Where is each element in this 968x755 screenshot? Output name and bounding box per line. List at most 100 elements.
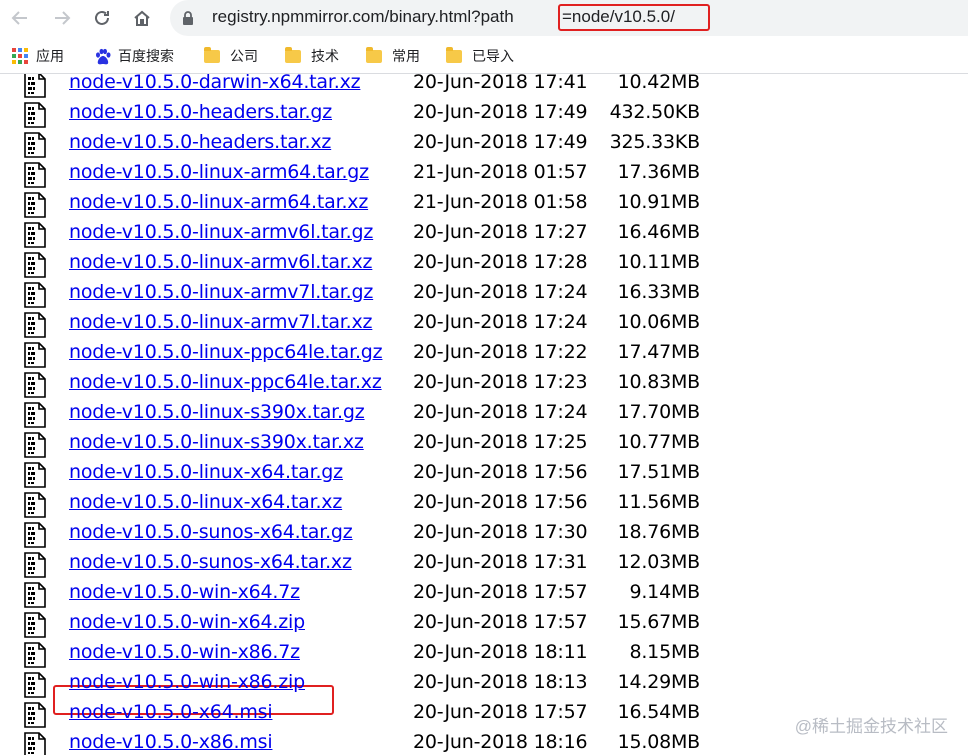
file-size: 15.08MB (617, 731, 701, 753)
bookmark-folder-common[interactable]: 常用 (366, 46, 420, 66)
file-link[interactable]: node-v10.5.0-linux-s390x.tar.gz (69, 401, 365, 423)
binary-file-icon (24, 74, 46, 98)
file-link[interactable]: node-v10.5.0-linux-arm64.tar.gz (69, 161, 369, 183)
file-row: node-v10.5.0-linux-armv6l.tar.gz 20-Jun-2… (0, 220, 968, 250)
file-row: node-v10.5.0-win-x86.zip 20-Jun-2018 18:1… (0, 670, 968, 700)
file-row: node-v10.5.0-win-x64.zip 20-Jun-2018 17:5… (0, 610, 968, 640)
baidu-paw-icon (94, 48, 111, 65)
binary-file-icon (24, 702, 46, 728)
binary-file-icon (24, 552, 46, 578)
binary-file-icon (24, 732, 46, 755)
file-date: 20-Jun-2018 18:16 (413, 731, 588, 753)
binary-file-icon (24, 312, 46, 338)
binary-file-icon (24, 402, 46, 428)
bookmark-apps[interactable]: 应用 (12, 46, 64, 66)
file-date: 20-Jun-2018 17:24 (413, 311, 588, 333)
file-row: node-v10.5.0-win-x64.7z 20-Jun-2018 17:57… (0, 580, 968, 610)
bookmark-folder-imported[interactable]: 已导入 (446, 46, 514, 66)
file-date: 20-Jun-2018 17:30 (413, 521, 588, 543)
binary-file-icon (24, 342, 46, 368)
file-row: node-v10.5.0-linux-armv6l.tar.xz 20-Jun-2… (0, 250, 968, 280)
file-size: 9.14MB (629, 581, 700, 603)
file-date: 20-Jun-2018 17:49 (413, 101, 588, 123)
file-link[interactable]: node-v10.5.0-linux-armv6l.tar.xz (69, 251, 373, 273)
reload-icon[interactable] (88, 4, 116, 32)
file-row: node-v10.5.0-linux-x64.tar.xz 20-Jun-2018… (0, 490, 968, 520)
file-size: 10.91MB (617, 191, 701, 213)
file-link[interactable]: node-v10.5.0-sunos-x64.tar.xz (69, 551, 352, 573)
file-size: 18.76MB (617, 521, 701, 543)
binary-file-icon (24, 192, 46, 218)
bookmark-folder-tech[interactable]: 技术 (285, 46, 339, 66)
file-row: node-v10.5.0-linux-x64.tar.gz 20-Jun-2018… (0, 460, 968, 490)
binary-file-icon (24, 252, 46, 278)
file-link[interactable]: node-v10.5.0-darwin-x64.tar.xz (69, 74, 361, 93)
file-link[interactable]: node-v10.5.0-win-x64.zip (69, 611, 305, 633)
url-host-text: registry.npmmirror.com/binary.html?path (212, 7, 514, 26)
file-size: 15.67MB (617, 611, 701, 633)
file-size: 8.15MB (629, 641, 700, 663)
file-link[interactable]: node-v10.5.0-x86.msi (69, 731, 273, 753)
binary-file-icon (24, 522, 46, 548)
file-row: node-v10.5.0-linux-ppc64le.tar.xz 20-Jun-… (0, 370, 968, 400)
bookmark-baidu[interactable]: 百度搜索 (94, 46, 174, 66)
file-size: 12.03MB (617, 551, 701, 573)
bookmark-folder-company[interactable]: 公司 (204, 46, 258, 66)
file-link[interactable]: node-v10.5.0-linux-arm64.tar.xz (69, 191, 368, 213)
file-link[interactable]: node-v10.5.0-linux-ppc64le.tar.xz (69, 371, 382, 393)
file-date: 20-Jun-2018 17:49 (413, 131, 588, 153)
file-date: 20-Jun-2018 17:28 (413, 251, 588, 273)
browser-toolbar: registry.npmmirror.com/binary.html?path … (0, 0, 968, 36)
home-icon[interactable] (128, 4, 156, 32)
file-link[interactable]: node-v10.5.0-linux-x64.tar.gz (69, 461, 343, 483)
file-size: 325.33KB (609, 131, 701, 153)
file-link[interactable]: node-v10.5.0-linux-armv7l.tar.gz (69, 281, 373, 303)
file-row: node-v10.5.0-sunos-x64.tar.gz 20-Jun-2018… (0, 520, 968, 550)
file-link[interactable]: node-v10.5.0-linux-armv6l.tar.gz (69, 221, 373, 243)
file-date: 20-Jun-2018 18:11 (413, 641, 588, 663)
bookmark-label: 常用 (392, 48, 420, 64)
file-date: 20-Jun-2018 17:27 (413, 221, 588, 243)
back-arrow-icon[interactable] (6, 4, 34, 32)
file-size: 10.42MB (617, 74, 701, 93)
file-size: 10.77MB (617, 431, 701, 453)
binary-file-icon (24, 642, 46, 668)
file-link[interactable]: node-v10.5.0-headers.tar.gz (69, 101, 332, 123)
file-size: 16.46MB (617, 221, 701, 243)
file-row: node-v10.5.0-linux-arm64.tar.gz 21-Jun-20… (0, 160, 968, 190)
folder-icon (204, 46, 220, 63)
file-link[interactable]: node-v10.5.0-win-x86.7z (69, 641, 300, 663)
bookmark-label: 百度搜索 (118, 48, 174, 64)
binary-file-icon (24, 612, 46, 638)
file-row: node-v10.5.0-headers.tar.gz 20-Jun-2018 1… (0, 100, 968, 130)
file-link[interactable]: node-v10.5.0-linux-x64.tar.xz (69, 491, 342, 513)
bookmark-label: 公司 (230, 48, 258, 64)
file-link[interactable]: node-v10.5.0-sunos-x64.tar.gz (69, 521, 353, 543)
file-row: node-v10.5.0-linux-s390x.tar.xz 20-Jun-20… (0, 430, 968, 460)
file-link[interactable]: node-v10.5.0-linux-s390x.tar.xz (69, 431, 364, 453)
binary-file-icon (24, 282, 46, 308)
file-row: node-v10.5.0-sunos-x64.tar.xz 20-Jun-2018… (0, 550, 968, 580)
file-link[interactable]: node-v10.5.0-headers.tar.xz (69, 131, 331, 153)
binary-file-icon (24, 492, 46, 518)
file-size: 432.50KB (609, 101, 701, 123)
file-size: 10.83MB (617, 371, 701, 393)
file-link[interactable]: node-v10.5.0-linux-ppc64le.tar.gz (69, 341, 383, 363)
file-size: 10.11MB (617, 251, 701, 273)
file-size: 16.54MB (617, 701, 701, 723)
bookmark-label: 技术 (311, 48, 339, 64)
binary-file-icon (24, 162, 46, 188)
file-link[interactable]: node-v10.5.0-win-x64.7z (69, 581, 300, 603)
file-date: 21-Jun-2018 01:57 (413, 161, 588, 183)
file-link[interactable]: node-v10.5.0-linux-armv7l.tar.xz (69, 311, 373, 333)
address-bar[interactable]: registry.npmmirror.com/binary.html?path … (170, 0, 968, 36)
file-link[interactable]: node-v10.5.0-x64.msi (69, 701, 273, 723)
file-date: 21-Jun-2018 01:58 (413, 191, 588, 213)
binary-file-icon (24, 582, 46, 608)
file-size: 17.36MB (617, 161, 701, 183)
forward-arrow-icon[interactable] (48, 4, 76, 32)
file-date: 20-Jun-2018 17:25 (413, 431, 588, 453)
file-row: node-v10.5.0-darwin-x64.tar.xz 20-Jun-201… (0, 74, 968, 100)
lock-icon[interactable] (180, 10, 196, 26)
file-link[interactable]: node-v10.5.0-win-x86.zip (69, 671, 305, 693)
